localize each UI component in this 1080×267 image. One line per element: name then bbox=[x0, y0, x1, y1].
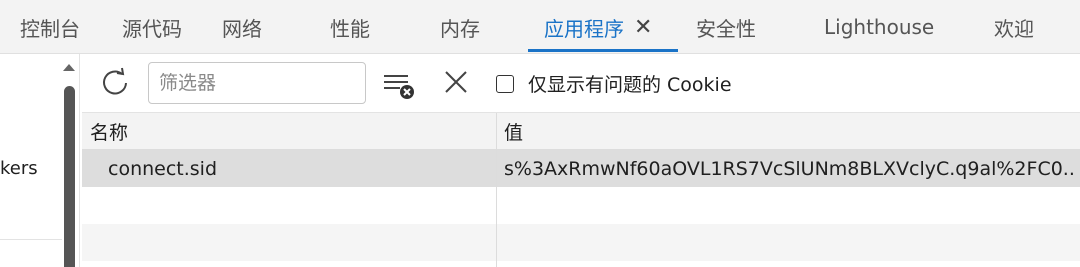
sidebar-divider bbox=[0, 239, 62, 240]
tab-welcome[interactable]: 欢迎 bbox=[994, 0, 1034, 54]
tab-sources[interactable]: 源代码 bbox=[122, 0, 182, 54]
tab-network[interactable]: 网络 bbox=[222, 0, 262, 54]
only-issues-toggle[interactable]: 仅显示有问题的 Cookie bbox=[496, 70, 732, 97]
tab-lighthouse[interactable]: Lighthouse bbox=[824, 0, 934, 54]
tab-performance[interactable]: 性能 bbox=[330, 0, 370, 54]
close-tab-icon[interactable]: ✕ bbox=[634, 15, 652, 40]
only-issues-label: 仅显示有问题的 Cookie bbox=[528, 74, 732, 96]
table-header: 名称 值 bbox=[82, 113, 1080, 150]
column-header-name[interactable]: 名称 bbox=[90, 113, 128, 150]
clear-all-icon[interactable] bbox=[442, 68, 470, 96]
tab-memory[interactable]: 内存 bbox=[440, 0, 480, 54]
cookies-toolbar: 仅显示有问题的 Cookie bbox=[82, 54, 1080, 113]
filter-input[interactable] bbox=[148, 62, 366, 104]
tab-application[interactable]: 应用程序 ✕ bbox=[544, 0, 652, 54]
devtools-tab-bar: 控制台 源代码 网络 性能 内存 应用程序 ✕ 安全性 Lighthouse 欢… bbox=[0, 0, 1080, 54]
sidebar-scrollbar-thumb[interactable] bbox=[64, 86, 75, 267]
only-issues-checkbox[interactable] bbox=[496, 74, 514, 93]
column-divider[interactable] bbox=[496, 113, 497, 267]
cookie-name-cell: connect.sid bbox=[108, 157, 218, 180]
cookie-value-cell: s%3AxRmwNf60aOVL1RS7VcSlUNm8BLXVclyC.q9a… bbox=[504, 157, 1074, 180]
column-header-value[interactable]: 值 bbox=[504, 113, 523, 150]
table-row-empty bbox=[82, 224, 1080, 261]
refresh-icon[interactable] bbox=[100, 66, 130, 98]
tab-console[interactable]: 控制台 bbox=[20, 0, 80, 54]
active-tab-indicator bbox=[528, 49, 678, 52]
clear-filtered-icon[interactable] bbox=[382, 68, 416, 100]
sidebar-item-partial[interactable]: kers bbox=[0, 158, 38, 179]
table-row-empty bbox=[82, 187, 1080, 224]
scroll-up-arrow-icon[interactable] bbox=[63, 64, 75, 71]
tab-security[interactable]: 安全性 bbox=[696, 0, 756, 54]
cookies-table: 名称 值 connect.sid s%3AxRmwNf60aOVL1RS7VcS… bbox=[82, 113, 1080, 267]
table-row[interactable]: connect.sid s%3AxRmwNf60aOVL1RS7VcSlUNm8… bbox=[82, 150, 1080, 187]
